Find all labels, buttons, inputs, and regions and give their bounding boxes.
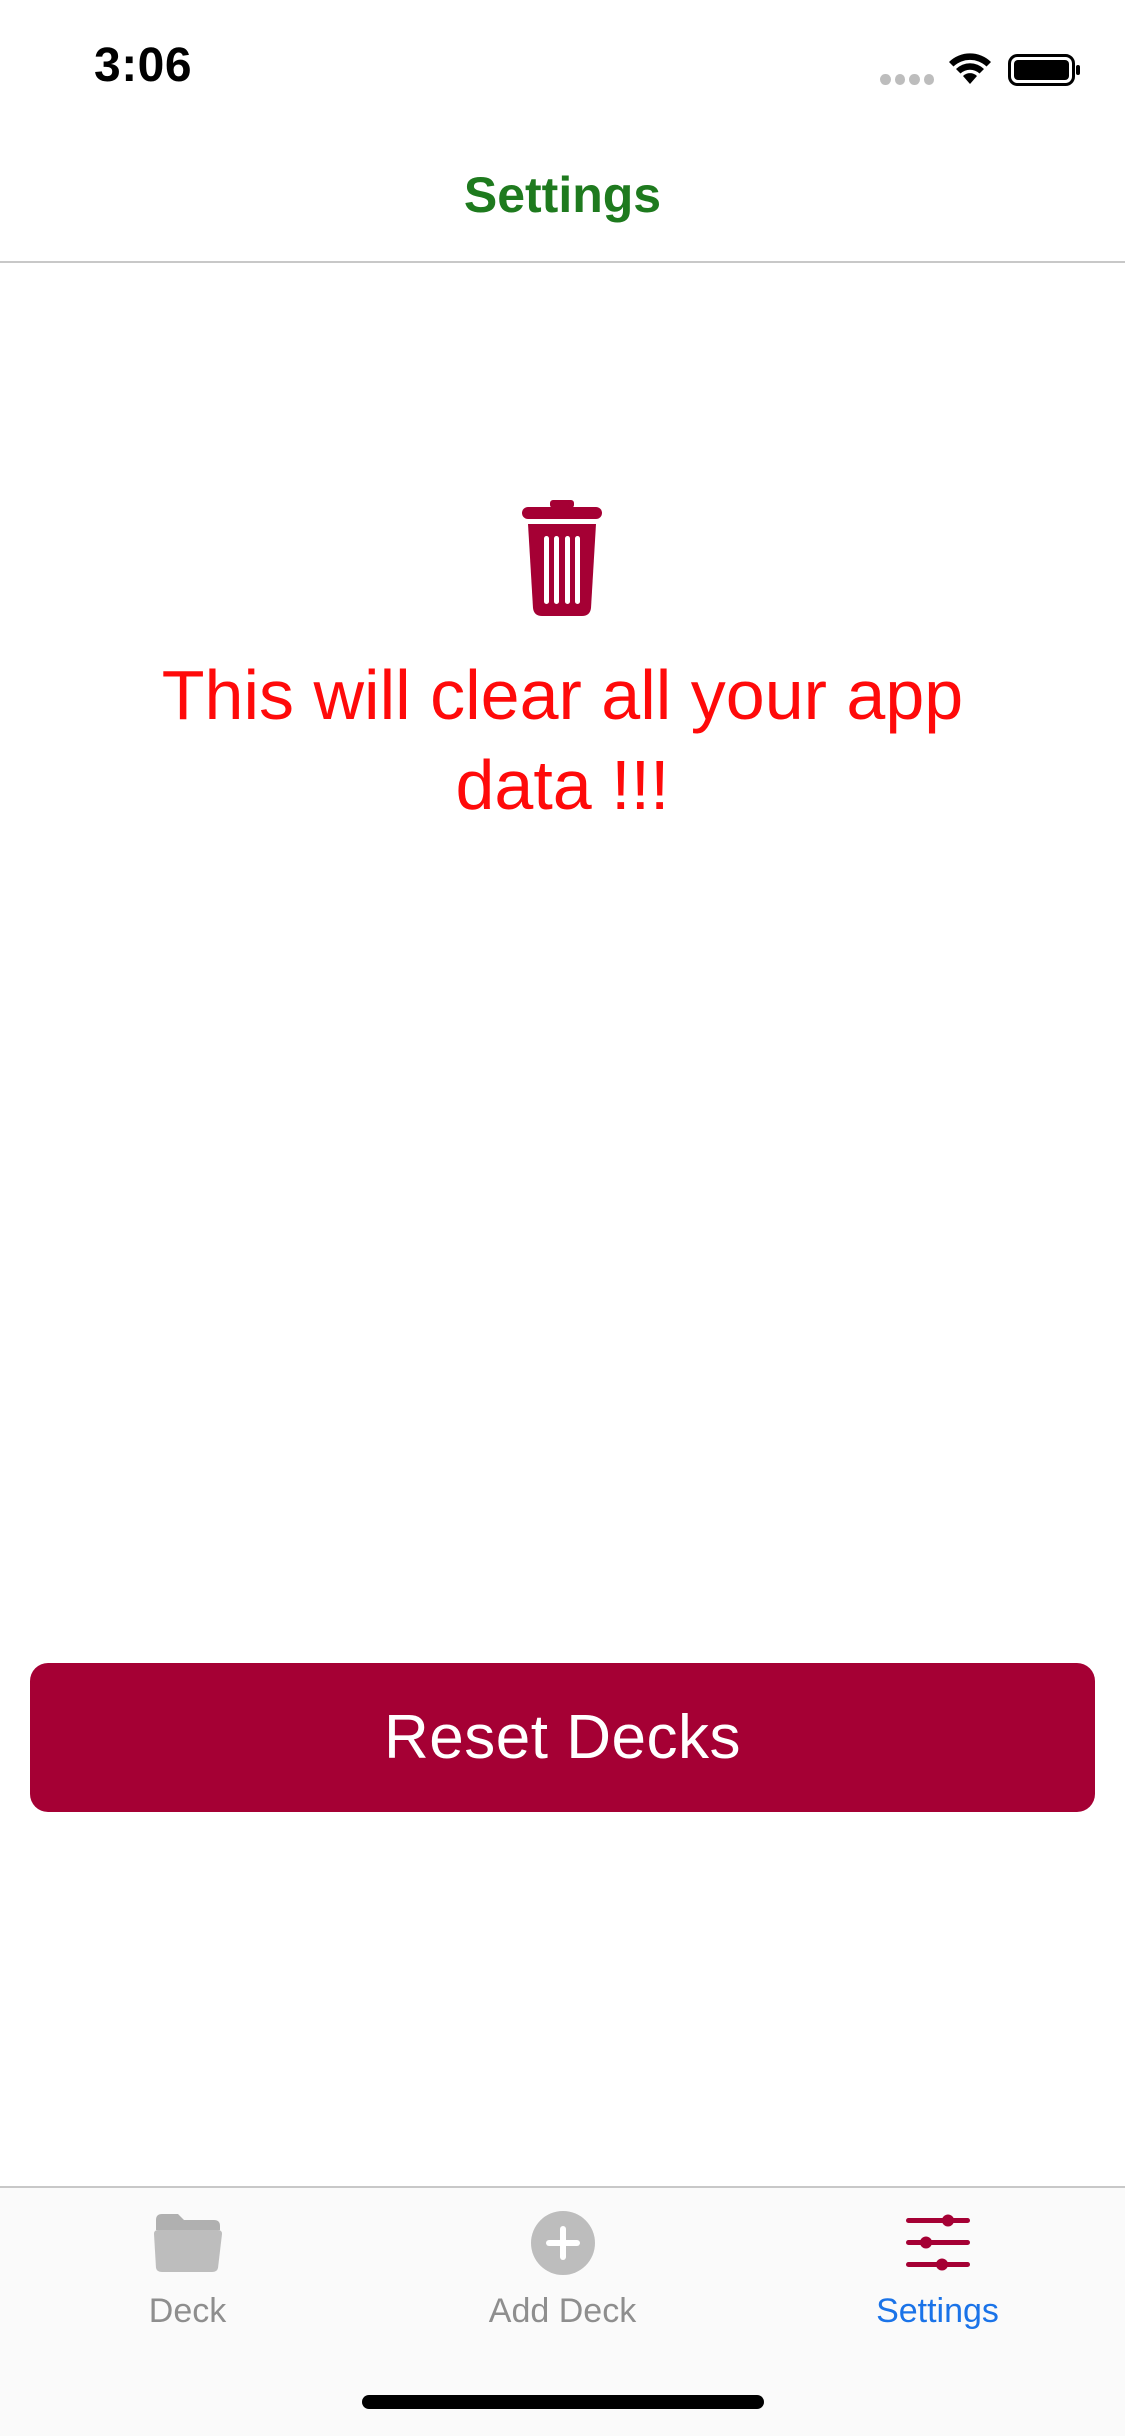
- reset-decks-label: Reset Decks: [384, 1703, 741, 1772]
- cellular-signal-icon: [880, 74, 934, 86]
- tab-add-deck-label: Add Deck: [488, 2292, 637, 2330]
- page-title: Settings: [463, 167, 662, 223]
- navigation-bar: Settings: [0, 132, 1125, 263]
- sliders-icon: [906, 2214, 970, 2271]
- reset-decks-button[interactable]: Reset Decks: [30, 1663, 1095, 1812]
- warning-message: This will clear all your app data !!!: [161, 656, 964, 824]
- status-bar: 3:06: [0, 0, 1125, 132]
- trash-icon: [522, 500, 602, 616]
- wifi-icon: [949, 53, 991, 84]
- tab-settings[interactable]: Settings: [750, 2188, 1125, 2358]
- plus-circle-icon: [531, 2211, 595, 2275]
- tab-deck[interactable]: Deck: [0, 2188, 375, 2358]
- battery-icon: [1008, 54, 1080, 86]
- tab-deck-label: Deck: [148, 2292, 227, 2330]
- home-indicator[interactable]: [362, 2395, 764, 2409]
- tab-add-deck[interactable]: Add Deck: [375, 2188, 750, 2358]
- folder-icon: [154, 2214, 222, 2272]
- tab-settings-label: Settings: [876, 2292, 999, 2330]
- status-time: 3:06: [94, 39, 193, 92]
